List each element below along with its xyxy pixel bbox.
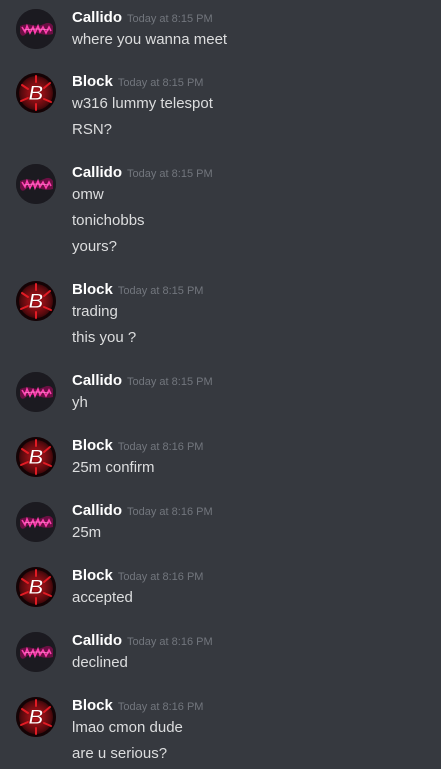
- svg-text:B: B: [28, 576, 43, 599]
- message-header: Block Today at 8:16 PM: [72, 437, 203, 457]
- block-avatar-icon[interactable]: B: [16, 567, 56, 607]
- callido-avatar-icon[interactable]: [16, 372, 56, 412]
- callido-avatar-icon[interactable]: [16, 632, 56, 672]
- message-timestamp: Today at 8:15 PM: [117, 285, 204, 297]
- message-timestamp: Today at 8:15 PM: [127, 13, 213, 25]
- message-header: Block Today at 8:16 PM: [72, 697, 203, 717]
- message-text: 25m: [72, 524, 102, 541]
- message-header: Callido Today at 8:16 PM: [72, 502, 213, 522]
- svg-text:B: B: [28, 706, 43, 729]
- message-timestamp: Today at 8:16 PM: [117, 571, 204, 583]
- callido-avatar-icon[interactable]: [16, 502, 56, 542]
- message-text: declined: [72, 654, 128, 671]
- message-text: lmao cmon dude: [72, 719, 183, 736]
- message-text: omw: [72, 186, 104, 203]
- callido-avatar-icon[interactable]: [16, 164, 56, 204]
- message-text: are u serious?: [72, 745, 168, 762]
- svg-text:B: B: [28, 82, 43, 105]
- message-text: yh: [72, 394, 88, 411]
- author-name[interactable]: Block: [72, 73, 113, 90]
- block-avatar-icon[interactable]: B: [16, 73, 56, 113]
- block-avatar-icon[interactable]: B: [16, 437, 56, 477]
- message-timestamp: Today at 8:15 PM: [127, 376, 213, 388]
- author-name[interactable]: Block: [72, 697, 113, 714]
- chat-message-list: Callido Today at 8:15 PM where you wanna m…: [0, 0, 441, 769]
- svg-text:B: B: [28, 446, 43, 469]
- svg-text:B: B: [28, 290, 43, 313]
- author-name[interactable]: Block: [72, 567, 113, 584]
- message-header: Block Today at 8:16 PM: [72, 567, 203, 587]
- author-name[interactable]: Callido: [72, 372, 122, 389]
- message-text: tonichobbs: [72, 212, 145, 229]
- block-avatar-icon[interactable]: B: [16, 281, 56, 321]
- message-text: this you ?: [72, 329, 137, 346]
- message-text: RSN?: [72, 121, 113, 138]
- author-name[interactable]: Block: [72, 281, 113, 298]
- author-name[interactable]: Callido: [72, 632, 122, 649]
- message-text: w316 lummy telespot: [72, 95, 213, 112]
- message-header: Block Today at 8:15 PM: [72, 73, 203, 93]
- block-avatar-icon[interactable]: B: [16, 697, 56, 737]
- message-header: Callido Today at 8:15 PM: [72, 9, 213, 29]
- message-timestamp: Today at 8:15 PM: [127, 168, 213, 180]
- author-name[interactable]: Callido: [72, 502, 122, 519]
- message-header: Callido Today at 8:15 PM: [72, 164, 213, 184]
- author-name[interactable]: Callido: [72, 164, 122, 181]
- message-timestamp: Today at 8:15 PM: [117, 77, 204, 89]
- callido-avatar-icon[interactable]: [16, 9, 56, 49]
- message-timestamp: Today at 8:16 PM: [117, 441, 204, 453]
- message-text: 25m confirm: [72, 459, 155, 476]
- author-name[interactable]: Block: [72, 437, 113, 454]
- message-text: yours?: [72, 238, 118, 255]
- message-text: trading: [72, 303, 118, 320]
- message-text: where you wanna meet: [72, 31, 228, 48]
- message-timestamp: Today at 8:16 PM: [127, 506, 213, 518]
- message-header: Callido Today at 8:15 PM: [72, 372, 213, 392]
- message-timestamp: Today at 8:16 PM: [127, 636, 213, 648]
- message-timestamp: Today at 8:16 PM: [117, 701, 204, 713]
- message-text: accepted: [72, 589, 133, 606]
- author-name[interactable]: Callido: [72, 9, 122, 26]
- message-header: Block Today at 8:15 PM: [72, 281, 203, 301]
- message-header: Callido Today at 8:16 PM: [72, 632, 213, 652]
